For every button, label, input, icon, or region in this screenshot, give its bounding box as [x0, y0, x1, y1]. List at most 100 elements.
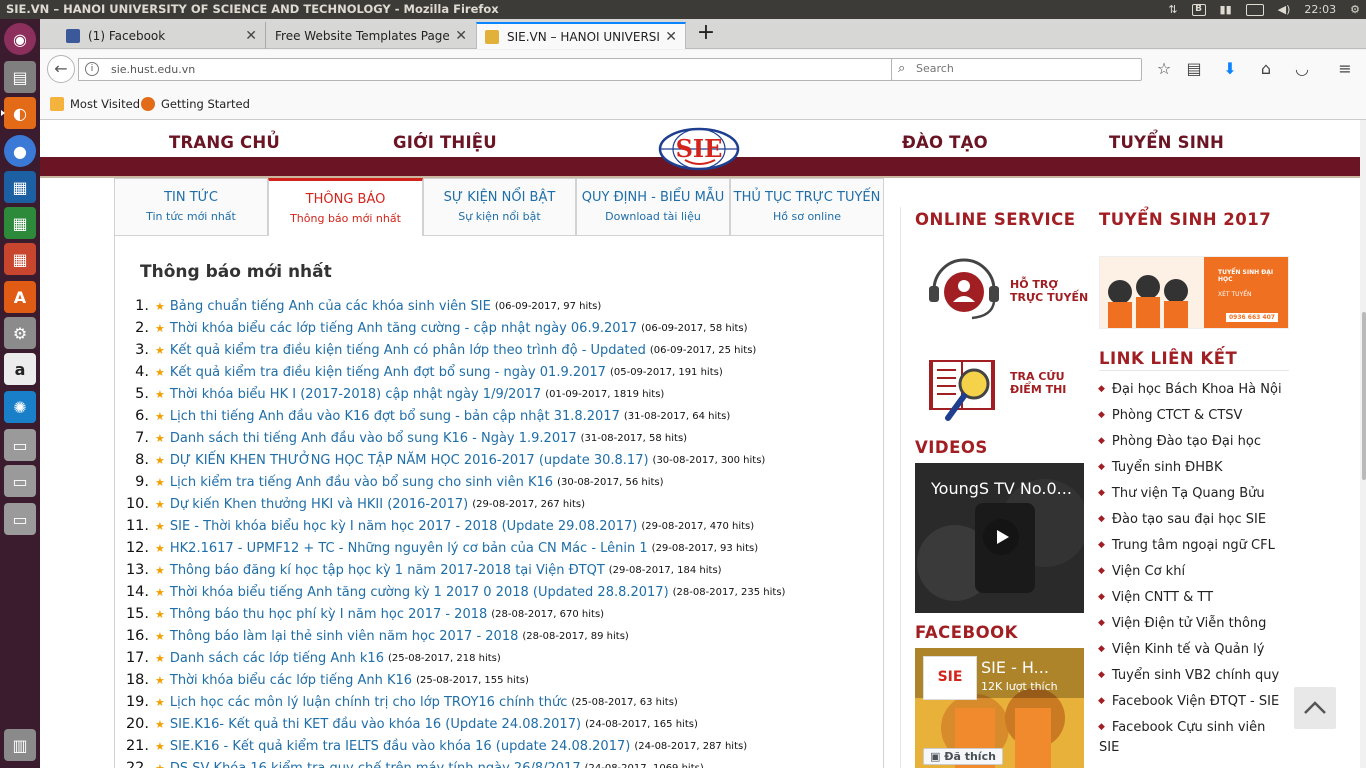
info-icon[interactable]: i: [85, 62, 99, 76]
related-link-label[interactable]: Viện Kinh tế và Quản lý: [1112, 642, 1264, 657]
related-link-label[interactable]: Facebook Cựu sinh viên: [1112, 720, 1265, 735]
related-link-label[interactable]: Trung tâm ngoại ngữ CFL: [1112, 538, 1275, 553]
facebook-page-name[interactable]: SIE - H...: [981, 658, 1049, 677]
online-support-label[interactable]: HỖ TRỢ TRỰC TUYẾN: [1010, 278, 1088, 304]
related-link-item[interactable]: ◆ Thư viện Tạ Quang Bửu: [1098, 480, 1288, 506]
network-sync-icon[interactable]: ⇅: [1168, 3, 1177, 16]
wifi-icon[interactable]: ▮▮: [1220, 3, 1232, 16]
tab-facebook[interactable]: (1) Facebook ✕: [58, 22, 266, 49]
close-tab-icon[interactable]: ✕: [665, 29, 677, 45]
announcement-link[interactable]: Danh sách thi tiếng Anh đầu vào bổ sung …: [170, 431, 577, 446]
back-to-top-button[interactable]: [1294, 687, 1336, 729]
announcement-link[interactable]: Lịch kiểm tra tiếng Anh đầu vào bổ sung …: [170, 475, 553, 490]
facebook-page-avatar[interactable]: SIE: [923, 656, 977, 700]
nav-about[interactable]: GIỚI THIỆU: [393, 133, 497, 152]
home-icon[interactable]: ⌂: [1255, 59, 1277, 81]
related-link-item[interactable]: ◆ Tuyển sinh VB2 chính quy: [1098, 662, 1288, 688]
power-gear-icon[interactable]: ⚙: [1350, 3, 1360, 16]
nav-home[interactable]: TRANG CHỦ: [169, 133, 280, 152]
grade-lookup-label[interactable]: TRA CỨU ĐIỂM THI: [1010, 370, 1066, 396]
announcement-link[interactable]: Thông báo làm lại thẻ sinh viên năm học …: [170, 629, 519, 644]
announcement-link[interactable]: Danh sách các lớp tiếng Anh k16: [170, 651, 384, 666]
announcement-link[interactable]: Kết quả kiểm tra điều kiện tiếng Anh đợt…: [170, 365, 606, 380]
announcement-link[interactable]: Bảng chuẩn tiếng Anh của các khóa sinh v…: [170, 299, 491, 314]
app-icon[interactable]: ✺: [4, 391, 36, 423]
search-input[interactable]: [916, 62, 1126, 75]
admission-banner[interactable]: TUYỂN SINH ĐẠI HỌC XÉT TUYỂN 0936 663 40…: [1099, 256, 1289, 329]
video-player[interactable]: YoungS TV No.0...: [915, 463, 1084, 613]
tab-online-procedures[interactable]: THỦ TỤC TRỰC TUYẾN Hồ sơ online: [730, 178, 884, 236]
nav-training[interactable]: ĐÀO TẠO: [902, 133, 988, 152]
firefox-icon[interactable]: ◐: [1, 97, 36, 129]
calc-icon[interactable]: ▦: [4, 207, 36, 239]
related-link-label[interactable]: Viện CNTT & TT: [1112, 590, 1213, 605]
related-link-label[interactable]: Tuyển sinh ĐHBK: [1112, 460, 1223, 475]
trash-icon[interactable]: ▥: [4, 729, 36, 761]
tab-templates[interactable]: Free Website Templates Page 2 of 2 ✕: [267, 22, 475, 49]
related-link-item[interactable]: ◆ Tuyển sinh ĐHBK: [1098, 454, 1288, 480]
drive-icon[interactable]: ▭: [4, 429, 36, 461]
related-link-label[interactable]: Viện Cơ khí: [1112, 564, 1185, 579]
related-link-label[interactable]: Phòng Đào tạo Đại học: [1112, 434, 1261, 449]
clock[interactable]: 22:03: [1304, 3, 1336, 16]
related-link-item[interactable]: ◆ Đào tạo sau đại học SIE: [1098, 506, 1288, 532]
impress-icon[interactable]: ▦: [4, 243, 36, 275]
tab-regulations[interactable]: QUY ĐỊNH - BIỂU MẪU Download tài liệu: [576, 178, 730, 236]
ubuntu-dash-icon[interactable]: ◉: [4, 23, 36, 55]
writer-icon[interactable]: ▦: [4, 171, 36, 203]
related-link-label[interactable]: Viện Điện tử Viễn thông: [1112, 616, 1266, 631]
links-overflow-text[interactable]: SIE: [1099, 740, 1119, 755]
bluetooth-icon[interactable]: B: [1191, 3, 1206, 16]
related-link-item[interactable]: ◆ Facebook Cựu sinh viên: [1098, 714, 1288, 740]
announcement-link[interactable]: Thời khóa biểu HK I (2017-2018) cập nhật…: [170, 387, 541, 402]
related-link-item[interactable]: ◆ Phòng CTCT & CTSV: [1098, 402, 1288, 428]
announcement-link[interactable]: Lịch thi tiếng Anh đầu vào K16 đợt bổ su…: [170, 409, 620, 424]
pocket-icon[interactable]: ◡: [1291, 59, 1313, 81]
announcement-link[interactable]: Thông báo thu học phí kỳ I năm học 2017 …: [170, 607, 487, 622]
grade-lookup-icon[interactable]: [926, 356, 1006, 428]
related-link-label[interactable]: Thư viện Tạ Quang Bửu: [1112, 486, 1265, 501]
sie-logo[interactable]: SIE: [655, 122, 743, 172]
related-link-item[interactable]: ◆ Phòng Đào tạo Đại học: [1098, 428, 1288, 454]
announcement-link[interactable]: Lịch học các môn lý luận chính trị cho l…: [170, 695, 568, 710]
related-link-item[interactable]: ◆ Đại học Bách Khoa Hà Nội: [1098, 376, 1288, 402]
files-icon[interactable]: ▤: [4, 61, 36, 93]
tab-news[interactable]: TIN TỨC Tin tức mới nhất: [114, 178, 268, 236]
download-icon[interactable]: ⬇: [1219, 59, 1241, 81]
facebook-liked-button[interactable]: ▣ Đã thích: [923, 748, 1003, 765]
search-bar[interactable]: ⌕: [891, 58, 1142, 81]
announcement-link[interactable]: Thời khóa biểu tiếng Anh tăng cường kỳ 1…: [170, 585, 669, 600]
related-link-item[interactable]: ◆ Facebook Viện ĐTQT - SIE: [1098, 688, 1288, 714]
announcement-link[interactable]: Kết quả kiểm tra điều kiện tiếng Anh có …: [170, 343, 646, 358]
announcement-link[interactable]: SIE.K16- Kết quả thi KET đầu vào khóa 16…: [170, 717, 581, 732]
announcement-link[interactable]: Dự kiến Khen thưởng HKI và HKII (2016-20…: [170, 497, 468, 512]
announcement-link[interactable]: Thời khóa biểu các lớp tiếng Anh K16: [170, 673, 412, 688]
related-link-label[interactable]: Đào tạo sau đại học SIE: [1112, 512, 1266, 527]
related-link-label[interactable]: Tuyển sinh VB2 chính quy: [1112, 668, 1279, 683]
settings-icon[interactable]: ⚙: [4, 317, 36, 349]
announcement-link[interactable]: SIE - Thời khóa biểu học kỳ I năm học 20…: [170, 519, 638, 534]
bookmark-getting-started[interactable]: Getting Started: [141, 97, 250, 111]
related-link-item[interactable]: ◆ Viện Điện tử Viễn thông: [1098, 610, 1288, 636]
online-support-icon[interactable]: [926, 254, 1006, 328]
related-link-item[interactable]: ◆ Viện Cơ khí: [1098, 558, 1288, 584]
bookmarks-list-icon[interactable]: ▤: [1183, 59, 1205, 81]
announcement-link[interactable]: Thời khóa biểu các lớp tiếng Anh tăng cư…: [170, 321, 637, 336]
software-center-icon[interactable]: A: [4, 281, 36, 313]
tab-sie[interactable]: SIE.VN – HANOI UNIVERSITY OF SCIENCE ✕: [476, 22, 686, 49]
url-bar[interactable]: i sie.hust.edu.vn ↻: [78, 58, 924, 81]
menu-icon[interactable]: ≡: [1334, 59, 1356, 81]
play-button[interactable]: [983, 519, 1019, 555]
announcement-link[interactable]: HK2.1617 - UPMF12 + TC - Những nguyên lý…: [170, 541, 648, 556]
announcement-link[interactable]: Thông báo đăng kí học tập học kỳ 1 năm 2…: [170, 563, 605, 578]
announcement-link[interactable]: DS SV Khóa 16 kiểm tra quy chế trên máy …: [170, 761, 581, 768]
facebook-widget[interactable]: SIE SIE - H... 12K lượt thích ▣ Đã thích: [915, 648, 1084, 768]
drive-icon[interactable]: ▭: [4, 503, 36, 535]
amazon-icon[interactable]: a: [4, 353, 36, 385]
related-link-label[interactable]: Phòng CTCT & CTSV: [1112, 408, 1243, 423]
chrome-icon[interactable]: ●: [4, 135, 36, 167]
related-link-label[interactable]: Facebook Viện ĐTQT - SIE: [1112, 694, 1279, 709]
tab-announcements[interactable]: THÔNG BÁO Thông báo mới nhất: [268, 178, 423, 236]
tab-events[interactable]: SỰ KIỆN NỔI BẬT Sự kiện nổi bật: [423, 178, 576, 236]
close-tab-icon[interactable]: ✕: [245, 28, 257, 44]
